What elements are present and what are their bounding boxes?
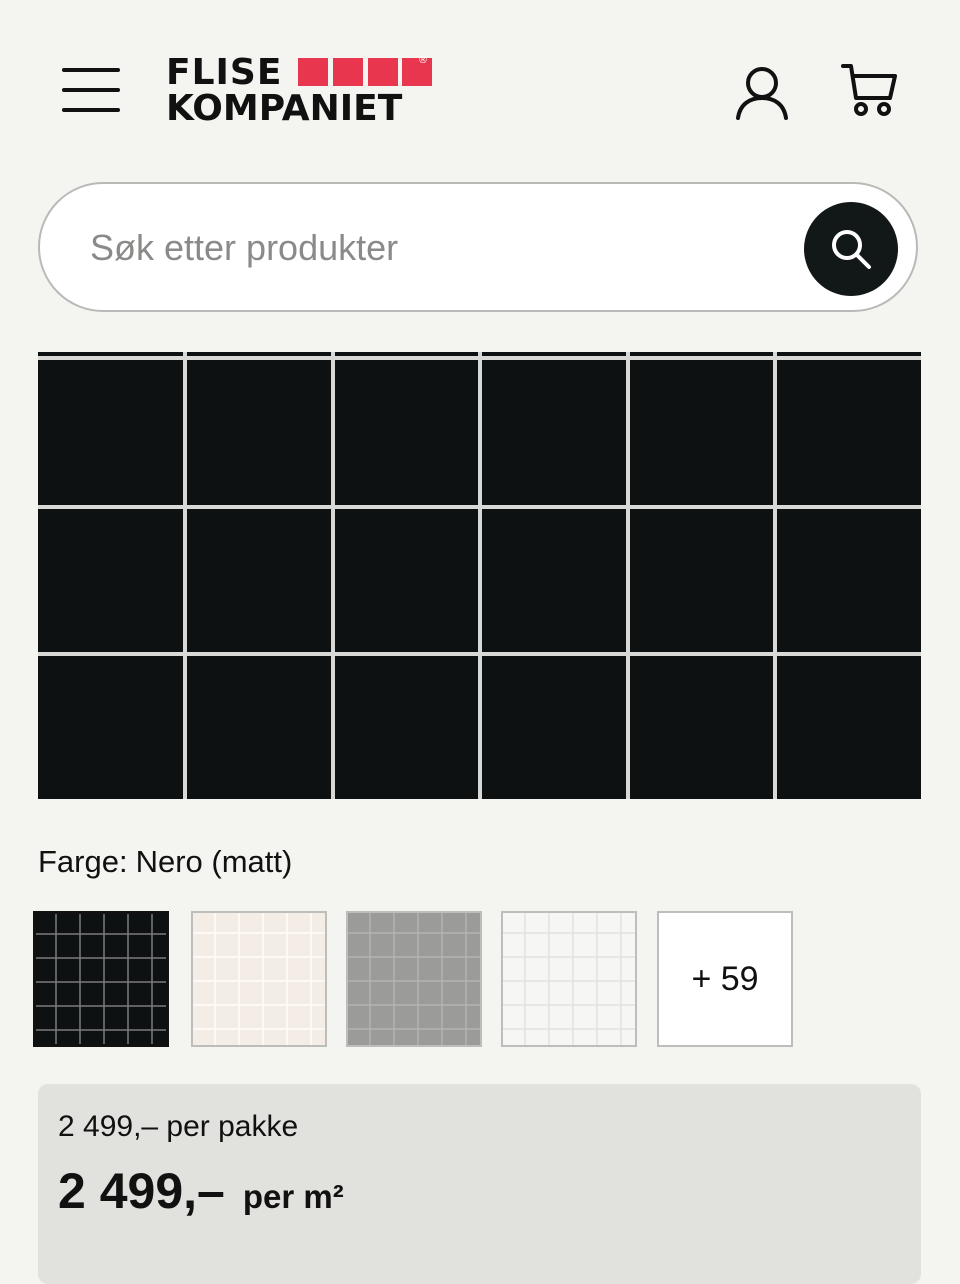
swatch-grey[interactable] bbox=[346, 911, 482, 1047]
price-per-package: 2 499,– per pakke bbox=[58, 1110, 299, 1143]
logo-squares bbox=[298, 58, 432, 86]
user-icon[interactable] bbox=[734, 64, 790, 120]
logo-text-flise: FLISE bbox=[166, 52, 283, 93]
swatch-grey-image bbox=[348, 913, 480, 1045]
logo-registered-mark: ® bbox=[418, 55, 428, 66]
color-label: Farge: Nero (matt) bbox=[38, 844, 292, 880]
shopping-cart-icon[interactable] bbox=[840, 62, 898, 120]
search-button[interactable] bbox=[804, 202, 898, 296]
color-label-prefix: Farge: bbox=[38, 844, 128, 879]
swatch-nero[interactable] bbox=[33, 911, 169, 1047]
search-bar bbox=[38, 182, 918, 312]
price-panel: 2 499,– per pakke 2 499,– per m² bbox=[38, 1084, 921, 1284]
product-image[interactable] bbox=[38, 352, 921, 799]
swatch-cream[interactable] bbox=[191, 911, 327, 1047]
price-amount: 2 499,– bbox=[58, 1163, 225, 1219]
price-unit: per m² bbox=[242, 1178, 344, 1215]
logo-text-kompaniet: KOMPANIET bbox=[166, 88, 403, 129]
logo[interactable]: FLISE ® KOMPANIET bbox=[166, 54, 436, 130]
swatch-cream-image bbox=[193, 913, 325, 1045]
color-value: Nero (matt) bbox=[135, 844, 293, 879]
price-main: 2 499,– per m² bbox=[58, 1162, 344, 1220]
swatch-white[interactable] bbox=[501, 911, 637, 1047]
swatch-white-image bbox=[503, 913, 635, 1045]
tile-grid-image bbox=[38, 352, 921, 799]
swatch-nero-image bbox=[36, 914, 166, 1044]
more-swatches-button[interactable]: + 59 bbox=[657, 911, 793, 1047]
hamburger-menu-icon[interactable] bbox=[62, 68, 120, 114]
search-icon bbox=[832, 230, 871, 269]
search-input[interactable] bbox=[88, 216, 772, 280]
